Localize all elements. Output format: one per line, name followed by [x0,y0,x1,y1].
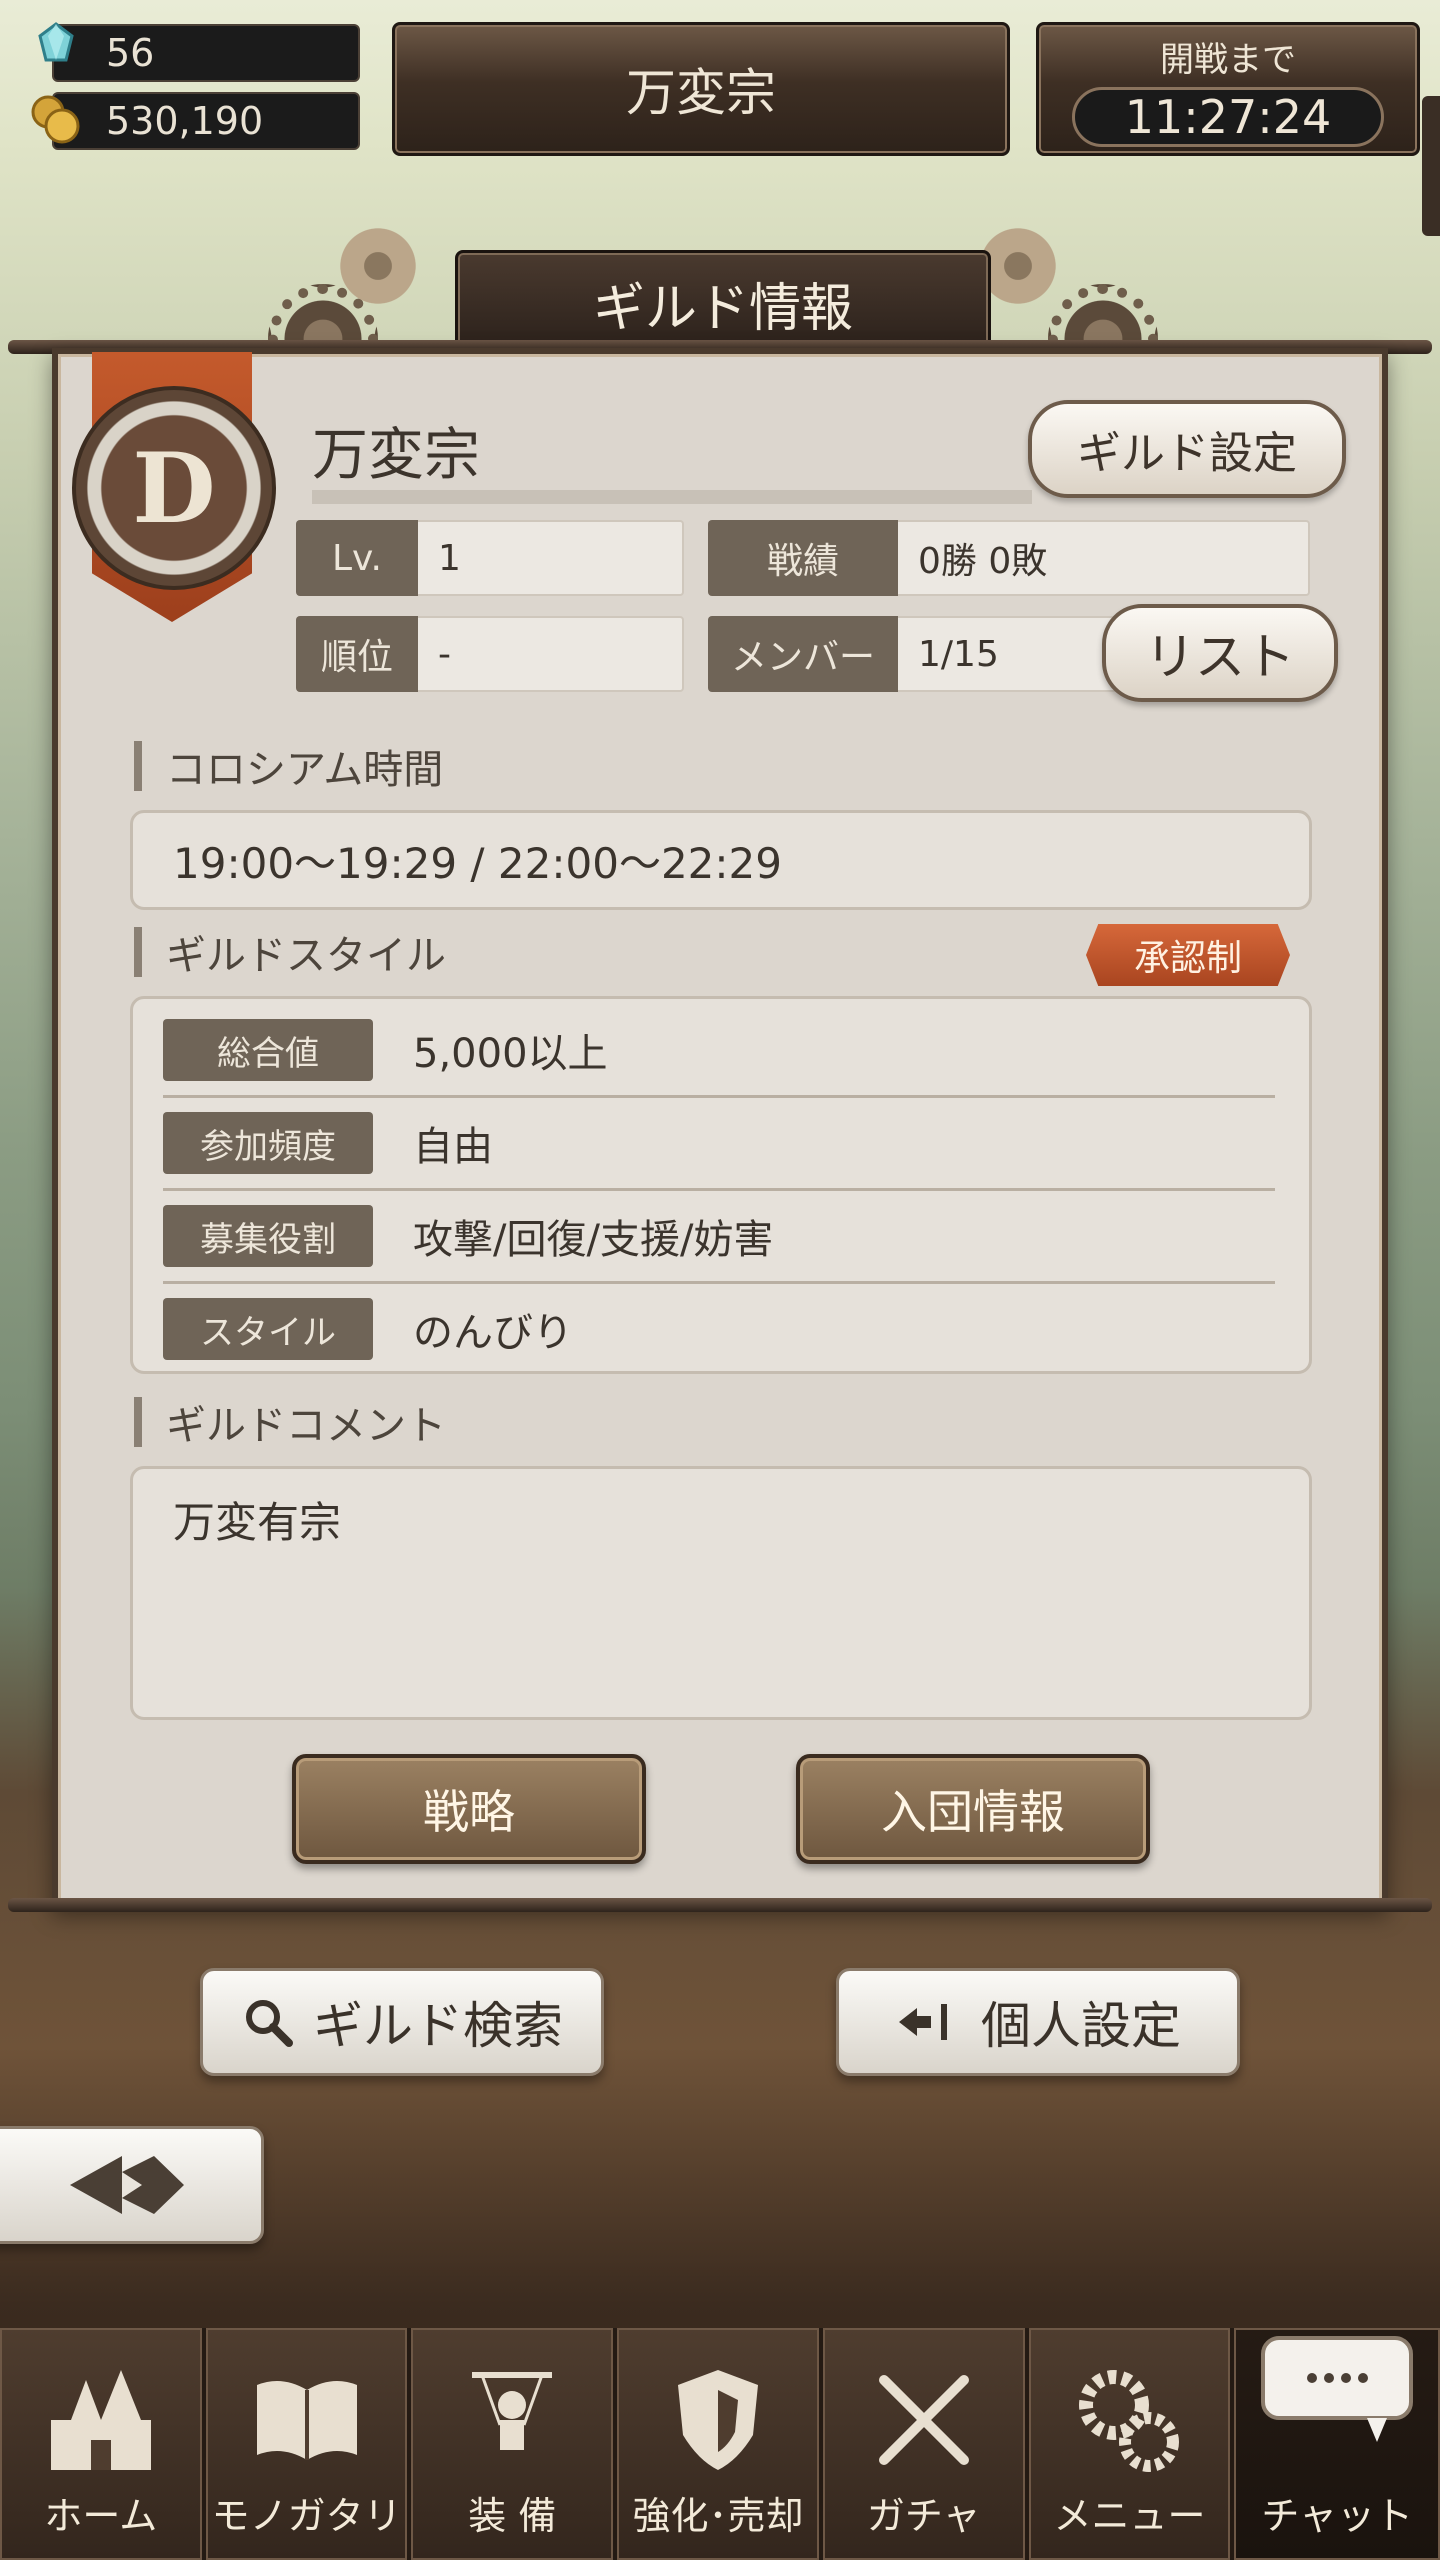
guild-name: 万変宗 [312,410,1032,504]
style-label: 募集役割 [163,1205,373,1267]
castle-icon [50,2370,151,2470]
nav-label: ホーム [44,2494,158,2538]
strategy-label: 戦略 [423,1785,515,1839]
member-list-label: リスト [1145,628,1295,686]
battle-timer-label: 開戦まで [1160,39,1296,80]
battle-timer-plate: 開戦まで 11:27:24 [1036,22,1420,156]
style-label: 参加頻度 [163,1112,373,1174]
shield-icon [678,2370,759,2470]
coin-count: 530,190 [106,99,264,143]
nav-label: チャット [1261,2494,1413,2538]
lv-value: 1 [418,520,684,596]
enter-arrow-icon [899,2004,947,2040]
back-button[interactable] [0,2126,264,2244]
style-heading: ギルドスタイル [134,922,446,982]
rank-value: - [418,616,684,692]
gem-counter: 56 [52,24,360,82]
style-row: スタイル のんびり [163,1284,1275,1374]
record-label: 戦績 [708,520,898,596]
nav-chat[interactable]: チャット [1234,2328,1440,2560]
puppet-icon [472,2372,553,2450]
style-row: 参加頻度 自由 [163,1098,1275,1191]
style-value: 攻撃/回復/支援/妨害 [413,1217,774,1263]
flower-left-decoration [330,218,426,314]
nav-enhance[interactable]: 強化･売却 [617,2328,819,2560]
nav-menu[interactable]: メニュー [1028,2328,1231,2560]
approval-badge-text: 承認制 [1133,938,1242,979]
style-row: 募集役割 攻撃/回復/支援/妨害 [163,1191,1275,1284]
guild-settings-label: ギルド設定 [1077,428,1297,479]
style-value: 5,000以上 [413,1031,608,1077]
nav-equipment[interactable]: 装 備 [411,2328,614,2560]
emblem-letter: D [132,431,216,545]
style-label: スタイル [163,1298,373,1360]
style-label: 総合値 [163,1019,373,1081]
strategy-button[interactable]: 戦略 [292,1754,646,1864]
guild-settings-button[interactable]: ギルド設定 [1028,400,1346,498]
lv-label: Lv. [296,520,418,596]
join-info-label: 入団情報 [881,1785,1065,1839]
nav-story[interactable]: モノガタリ [205,2328,408,2560]
personal-settings-label: 個人設定 [981,1997,1181,2055]
swords-icon [878,2375,969,2465]
guild-name-top: 万変宗 [626,64,776,122]
colosseum-times-box: 19:00～19:29 / 22:00～22:29 [130,810,1312,910]
guild-search-button[interactable]: ギルド検索 [200,1968,604,2076]
coin-icon [31,95,80,144]
record-value: 0勝 0敗 [898,520,1310,596]
back-arrow-icon [70,2156,184,2214]
style-value: 自由 [413,1124,493,1170]
right-edge-tab[interactable] [1422,96,1440,236]
gem-count: 56 [106,31,155,75]
style-value: のんびり [413,1310,573,1356]
comment-heading: ギルドコメント [134,1392,446,1452]
coin-counter: 530,190 [52,92,360,150]
guild-name-plate: 万変宗 [392,22,1010,156]
nav-label: メニュー [1053,2494,1206,2538]
nav-home[interactable]: ホーム [0,2328,202,2560]
member-list-button[interactable]: リスト [1102,604,1338,702]
rank-label: 順位 [296,616,418,692]
join-info-button[interactable]: 入団情報 [796,1754,1150,1864]
colosseum-heading-text: コロシアム時間 [166,747,444,793]
guild-search-label: ギルド検索 [313,1997,563,2055]
nav-gacha[interactable]: ガチャ [822,2328,1025,2560]
guild-name-text: 万変宗 [312,423,480,488]
comment-text: 万変有宗 [173,1498,342,1547]
member-label: メンバー [708,616,898,692]
colosseum-heading: コロシアム時間 [134,736,443,796]
colosseum-times: 19:00～19:29 / 22:00～22:29 [173,838,783,888]
nav-label: ガチャ [866,2494,981,2538]
battle-timer-value: 11:27:24 [1071,86,1385,147]
personal-settings-button[interactable]: 個人設定 [836,1968,1240,2076]
book-icon [256,2381,357,2460]
nav-label: モノガタリ [211,2494,402,2538]
approval-badge: 承認制 [1086,924,1290,986]
nav-label: 装 備 [468,2494,557,2538]
style-heading-text: ギルドスタイル [166,933,446,979]
gears-icon [1079,2370,1180,2472]
comment-box: 万変有宗 [130,1466,1312,1720]
comment-heading-text: ギルドコメント [166,1403,446,1449]
chat-icon [1261,2336,1414,2442]
search-icon [246,2000,293,2047]
style-box: 総合値 5,000以上 参加頻度 自由 募集役割 攻撃/回復/支援/妨害 スタイ… [130,996,1312,1374]
style-row: 総合値 5,000以上 [163,1005,1275,1098]
guild-emblem: D [72,386,276,590]
nav-label: 強化･売却 [632,2494,804,2538]
bottom-nav: ホーム モノガタリ 装 備 強化･売却 ガチャ メニュー チャット [0,2328,1440,2560]
gem-icon [38,22,74,62]
panel-bottom-rail [8,1898,1432,1912]
